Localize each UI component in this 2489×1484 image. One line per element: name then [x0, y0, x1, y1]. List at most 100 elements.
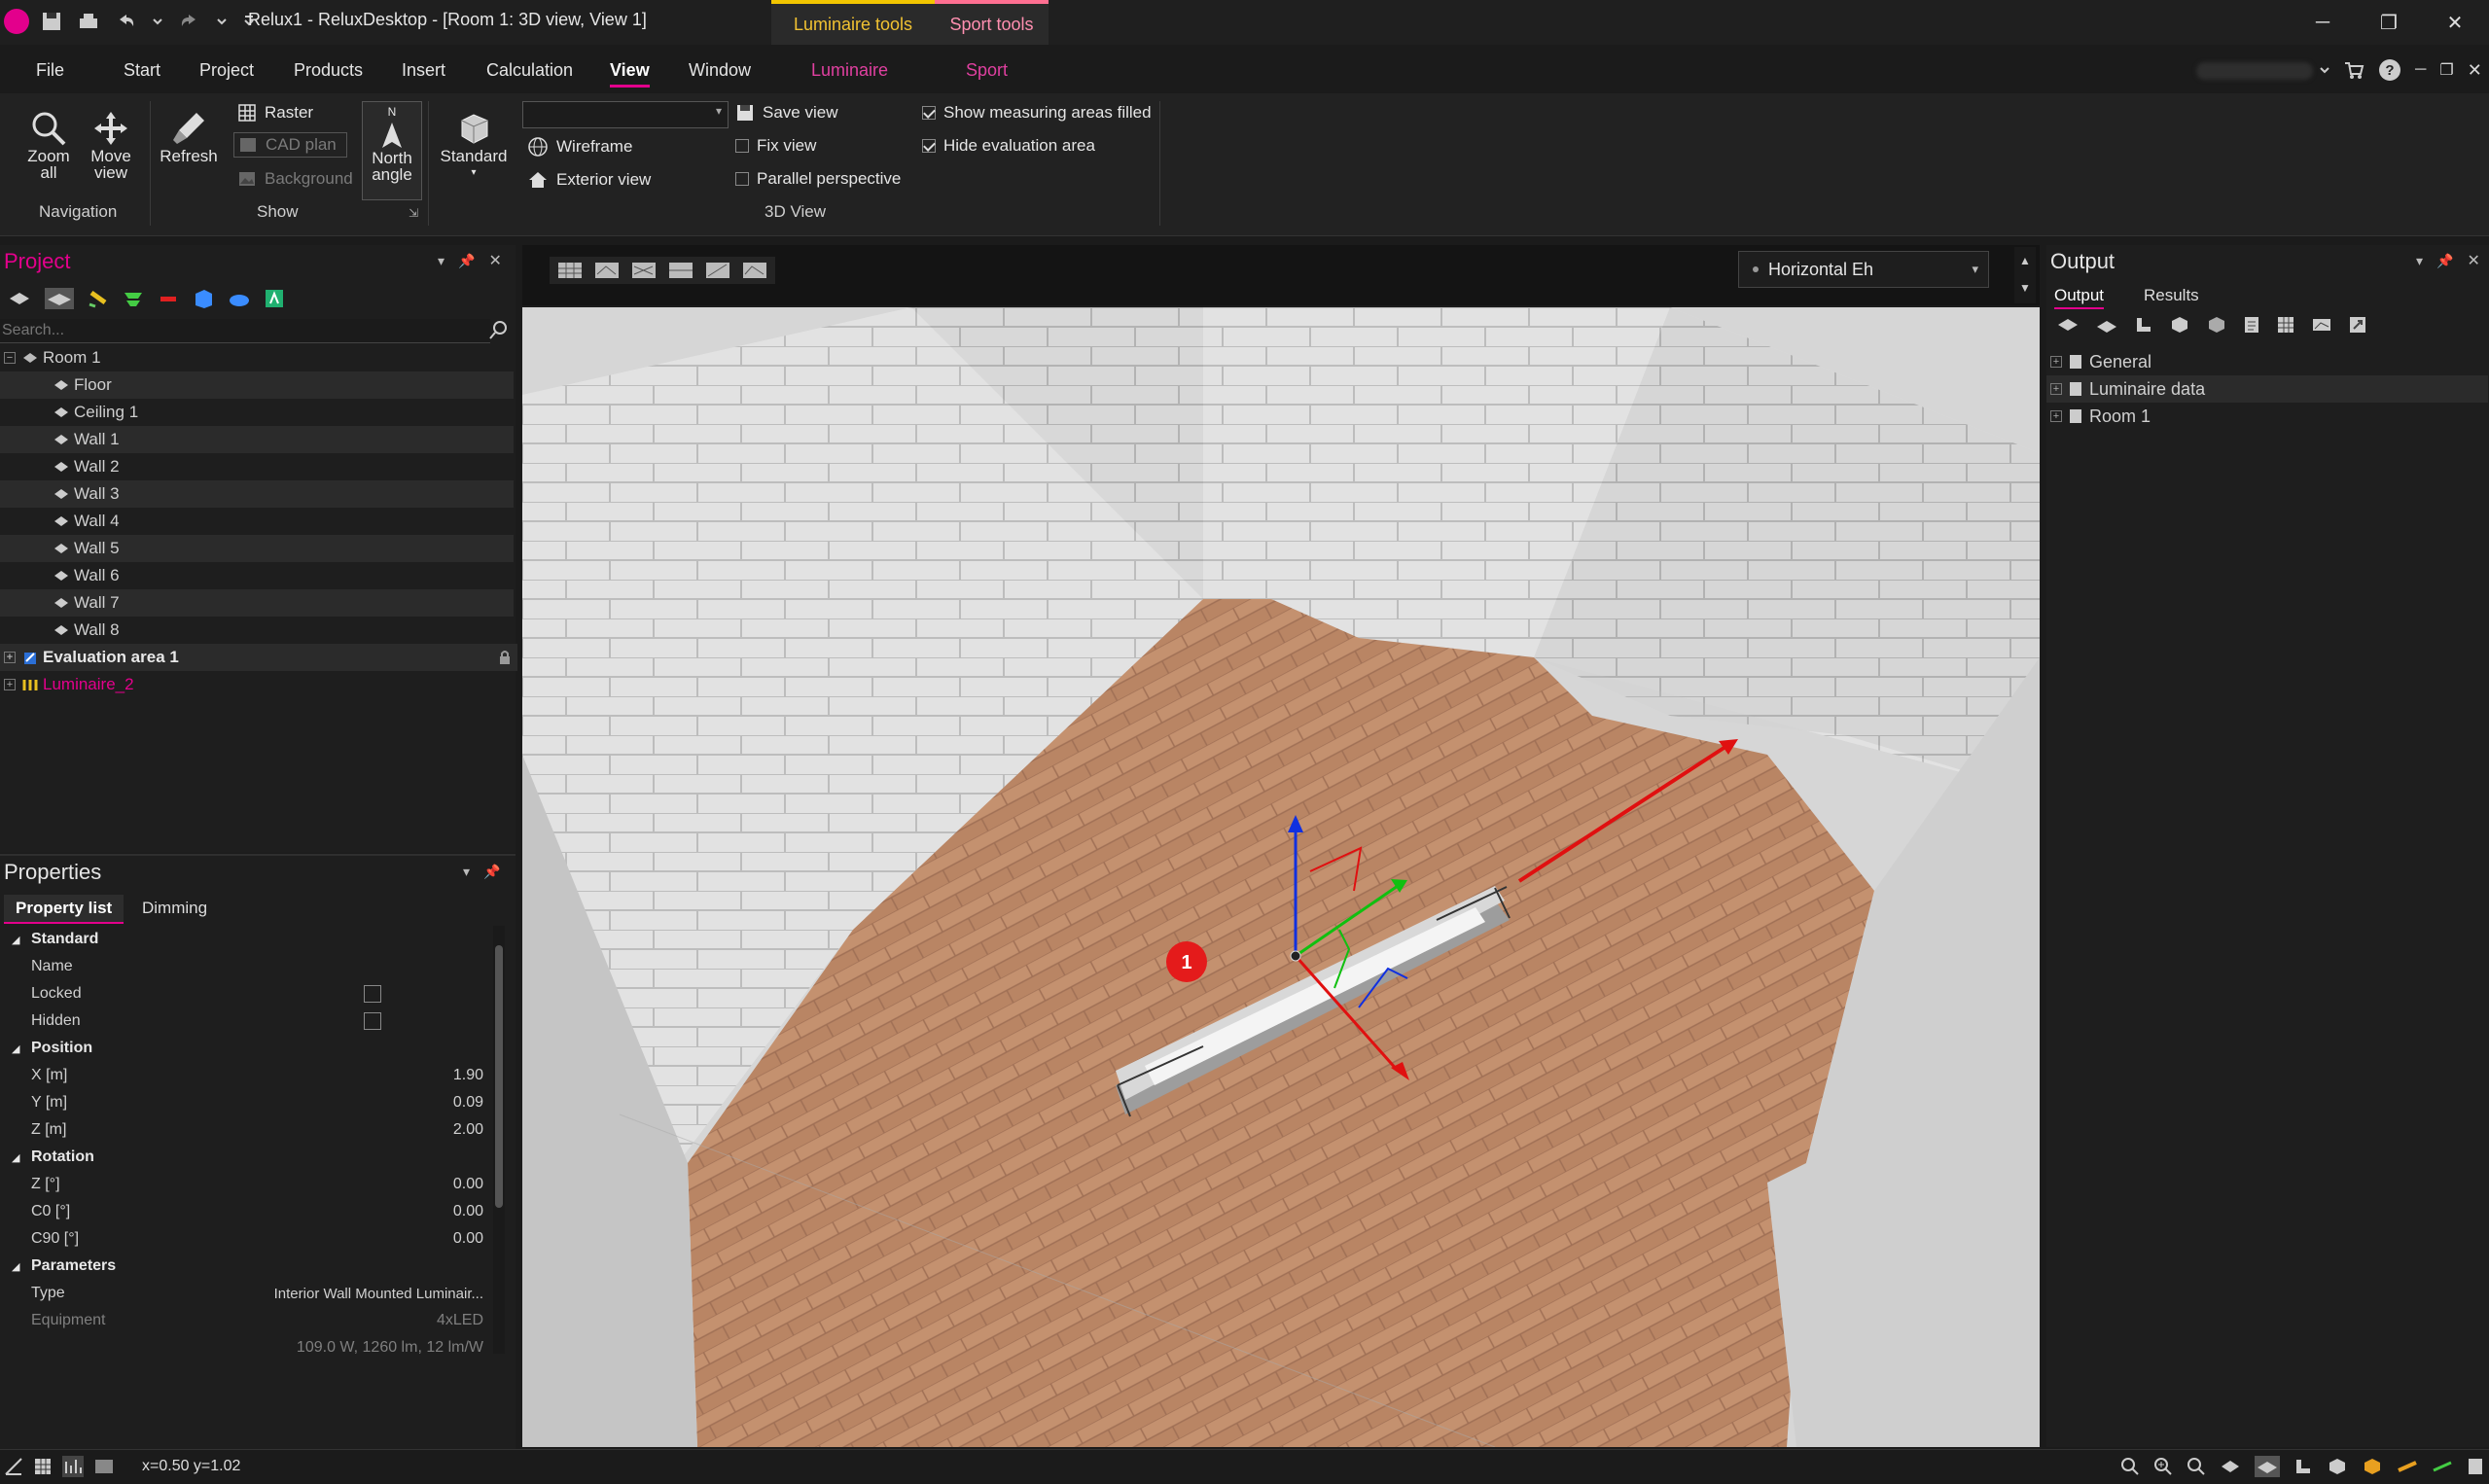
tree-item-floor[interactable]: Floor: [0, 371, 514, 399]
close-window-button[interactable]: ✕: [2436, 6, 2474, 39]
plan-view-icon[interactable]: [2293, 1457, 2313, 1476]
angle-snap-icon[interactable]: [4, 1457, 23, 1476]
category-rotation[interactable]: ◢ Rotation: [0, 1144, 491, 1171]
wall-tool-icon[interactable]: [158, 289, 179, 308]
hide-evaluation-area-checkbox[interactable]: Hide evaluation area: [922, 136, 1095, 156]
room-view-icon[interactable]: [2220, 1457, 2241, 1476]
standard-view-button[interactable]: Standard ▾: [438, 109, 510, 181]
undo-dropdown-icon[interactable]: [152, 11, 163, 32]
show-group-launcher-icon[interactable]: ⇲: [409, 206, 418, 220]
output-table-icon[interactable]: [2276, 315, 2295, 335]
project-panel-menu-icon[interactable]: ▾: [438, 253, 444, 269]
raster-snap-icon[interactable]: [62, 1456, 84, 1477]
exterior-view-toggle[interactable]: Exterior view: [527, 169, 651, 191]
calc-grid-icon[interactable]: [2432, 1457, 2453, 1476]
undo-icon[interactable]: [115, 11, 136, 32]
category-standard[interactable]: ◢ Standard: [0, 926, 491, 953]
saved-view-combo[interactable]: ▾: [522, 101, 729, 128]
search-icon[interactable]: [488, 319, 510, 340]
grid-snap-icon[interactable]: [33, 1457, 53, 1476]
furniture-tool-icon[interactable]: [228, 289, 251, 308]
mdi-restore-icon[interactable]: ❐: [2439, 60, 2453, 80]
print-icon[interactable]: [78, 11, 99, 32]
show-measuring-filled-check[interactable]: [922, 106, 936, 120]
front-view-icon[interactable]: [594, 261, 620, 280]
parallel-perspective-checkbox[interactable]: Parallel perspective: [735, 169, 901, 189]
restore-button[interactable]: ❐: [2369, 6, 2408, 39]
help-icon[interactable]: ?: [2378, 58, 2401, 82]
save-icon[interactable]: [41, 11, 62, 32]
fix-view-check[interactable]: [735, 139, 749, 153]
property-type[interactable]: Type Interior Wall Mounted Luminair...: [0, 1280, 491, 1307]
tree-item-wall-7[interactable]: Wall 7: [0, 589, 514, 617]
tab-results[interactable]: Results: [2144, 286, 2199, 305]
floor-tool-icon[interactable]: [45, 288, 74, 309]
move-view-button[interactable]: Move view: [84, 109, 138, 181]
redo-dropdown-icon[interactable]: [216, 11, 228, 32]
calc-area-tool-icon[interactable]: [123, 289, 144, 308]
output-floor-icon[interactable]: [2095, 315, 2118, 335]
menu-file[interactable]: File: [36, 60, 64, 81]
calculation-result-combo[interactable]: Horizontal Eh ▾: [1738, 251, 1989, 288]
tree-item-wall-5[interactable]: Wall 5: [0, 535, 514, 562]
zoom-in-icon[interactable]: [2153, 1457, 2173, 1476]
light-distribution-icon[interactable]: [2397, 1457, 2418, 1476]
menu-products[interactable]: Products: [294, 60, 363, 81]
property-rotation-z[interactable]: Z [°] 0.00: [0, 1171, 491, 1198]
category-parameters[interactable]: ◢ Parameters: [0, 1253, 491, 1280]
project-search-input[interactable]: [0, 319, 490, 343]
tree-item-wall-6[interactable]: Wall 6: [0, 562, 514, 589]
output-room-icon[interactable]: [2056, 315, 2080, 335]
luminaire-tool-icon[interactable]: [88, 289, 109, 308]
output-plan-icon[interactable]: [2134, 315, 2153, 335]
property-equipment[interactable]: Equipment 4xLED: [0, 1307, 491, 1334]
refresh-button[interactable]: Refresh: [158, 109, 220, 164]
left-view-icon[interactable]: [705, 261, 730, 280]
exit-sign-tool-icon[interactable]: [265, 289, 284, 308]
menu-project[interactable]: Project: [199, 60, 254, 81]
project-panel-pin-icon[interactable]: 📌: [458, 253, 475, 269]
locked-checkbox[interactable]: [364, 985, 381, 1003]
tree-item-wall-4[interactable]: Wall 4: [0, 508, 514, 535]
tree-item-room[interactable]: − Room 1: [0, 344, 517, 371]
cad-plan-toggle[interactable]: CAD plan: [233, 132, 347, 158]
back-view-icon[interactable]: [668, 261, 693, 280]
output-panel-pin-icon[interactable]: 📌: [2436, 253, 2453, 269]
tree-item-wall-8[interactable]: Wall 8: [0, 617, 514, 644]
menu-start[interactable]: Start: [124, 60, 160, 81]
account-dropdown-icon[interactable]: [2320, 59, 2329, 81]
property-c0[interactable]: C0 [°] 0.00: [0, 1198, 491, 1225]
tab-dimming[interactable]: Dimming: [142, 899, 207, 918]
tree-item-wall-1[interactable]: Wall 1: [0, 426, 514, 453]
output-export-icon[interactable]: [2348, 315, 2367, 335]
box-tool-icon[interactable]: [193, 288, 214, 309]
lock-icon[interactable]: [498, 649, 512, 666]
context-tab-sport-tools[interactable]: Sport tools: [935, 0, 1049, 45]
output-panel-close-icon[interactable]: ✕: [2467, 251, 2479, 270]
north-angle-button[interactable]: N North angle: [362, 101, 422, 200]
project-panel-close-icon[interactable]: ✕: [488, 251, 501, 270]
minimize-button[interactable]: ─: [2303, 6, 2342, 39]
room-tool-icon[interactable]: [8, 289, 31, 308]
menu-sport[interactable]: Sport: [966, 60, 1008, 81]
properties-scrollbar[interactable]: [493, 926, 505, 1354]
cart-icon[interactable]: [2343, 59, 2365, 81]
parallel-perspective-check[interactable]: [735, 172, 749, 186]
tree-item-wall-2[interactable]: Wall 2: [0, 453, 514, 480]
user-account[interactable]: [2196, 62, 2313, 80]
property-name[interactable]: Name: [0, 953, 491, 980]
right-view-icon[interactable]: [742, 261, 767, 280]
output-item-luminaire-data[interactable]: + Luminaire data: [2046, 375, 2488, 403]
floor-view-icon[interactable]: [2255, 1456, 2280, 1477]
menu-window[interactable]: Window: [689, 60, 751, 81]
property-c90[interactable]: C90 [°] 0.00: [0, 1225, 491, 1253]
output-item-general[interactable]: + General: [2046, 348, 2488, 375]
report-icon[interactable]: [2467, 1457, 2484, 1476]
tree-item-ceiling[interactable]: Ceiling 1: [0, 399, 514, 426]
menu-luminaire[interactable]: Luminaire: [811, 60, 888, 81]
save-view-button[interactable]: Save view: [735, 103, 837, 123]
luminaire-view-icon[interactable]: [2362, 1457, 2383, 1476]
output-panel-menu-icon[interactable]: ▾: [2416, 253, 2423, 269]
category-position[interactable]: ◢ Position: [0, 1035, 491, 1062]
tab-output[interactable]: Output: [2054, 286, 2105, 309]
